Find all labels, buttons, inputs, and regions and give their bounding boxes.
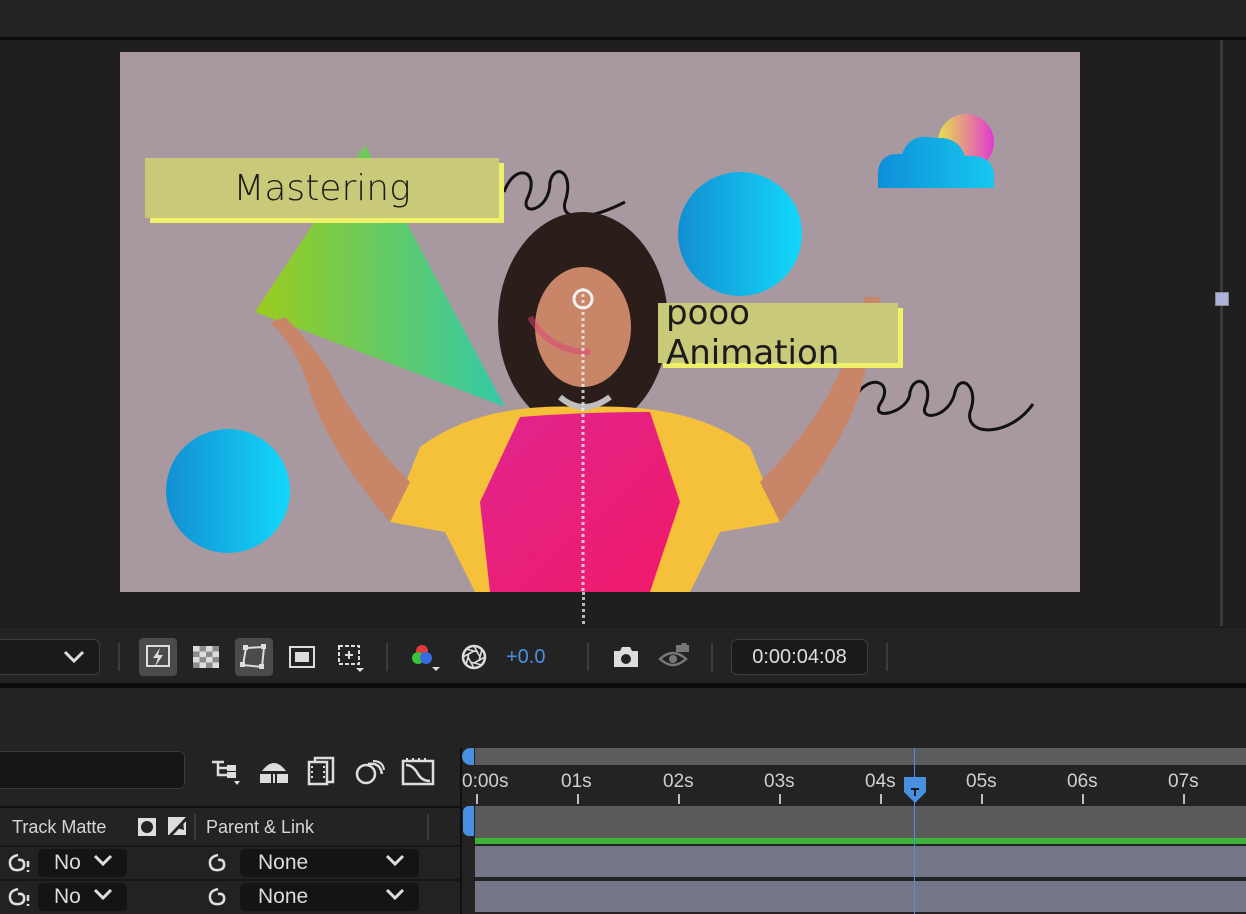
track-matte-value: No bbox=[54, 885, 81, 908]
eye-snapshot-icon bbox=[658, 643, 689, 667]
column-separator bbox=[194, 814, 196, 840]
graph-editor-icon bbox=[401, 758, 435, 786]
show-channel-button[interactable] bbox=[406, 638, 444, 676]
pickwhip-icon[interactable] bbox=[6, 885, 34, 909]
circle-shape-left bbox=[166, 429, 290, 553]
fast-previews-button[interactable] bbox=[139, 638, 177, 676]
matte-luma-icon[interactable] bbox=[167, 816, 189, 838]
toolbar-separator bbox=[118, 643, 120, 671]
ruler-label: 04s bbox=[865, 771, 896, 792]
mask-path-icon bbox=[240, 644, 266, 669]
layer-row[interactable]: No None bbox=[0, 879, 462, 913]
reset-exposure-button[interactable] bbox=[455, 638, 493, 676]
composition-artwork bbox=[166, 114, 1035, 592]
roi-icon bbox=[289, 646, 315, 668]
work-area-bar[interactable] bbox=[475, 748, 1246, 765]
ruler-tick bbox=[880, 794, 882, 804]
ruler-tick bbox=[577, 794, 579, 804]
motion-blur-icon bbox=[355, 760, 385, 785]
comp-flowchart-button[interactable] bbox=[209, 754, 243, 788]
graph-editor-button[interactable] bbox=[401, 754, 435, 788]
show-snapshot-button[interactable] bbox=[655, 638, 693, 676]
layer-row[interactable]: No None bbox=[0, 845, 462, 879]
track-matte-value: No bbox=[54, 851, 81, 874]
ruler-label: 01s bbox=[561, 771, 592, 792]
target-region-icon bbox=[338, 645, 364, 672]
layer-track-bar[interactable] bbox=[475, 881, 1246, 912]
ruler-tick bbox=[779, 794, 781, 804]
render-cache-bar bbox=[475, 838, 1246, 844]
toolbar-separator bbox=[386, 643, 388, 671]
title-label-animation[interactable]: pooo Animation bbox=[658, 293, 898, 373]
parent-value: None bbox=[258, 851, 309, 874]
parent-pickwhip-icon[interactable] bbox=[205, 885, 229, 909]
composition-track[interactable] bbox=[475, 806, 1246, 838]
ruler-tick bbox=[476, 794, 478, 804]
rgb-channel-icon bbox=[412, 645, 440, 671]
ruler-label: 03s bbox=[764, 771, 795, 792]
chevron-down-icon bbox=[63, 650, 85, 664]
track-matte-header[interactable]: Track Matte bbox=[12, 817, 106, 838]
checkerboard-icon bbox=[193, 646, 219, 668]
take-snapshot-button[interactable] bbox=[607, 638, 645, 676]
shy-icon bbox=[260, 763, 288, 783]
chevron-down-icon bbox=[93, 854, 113, 867]
chevron-down-icon bbox=[93, 888, 113, 901]
ruler-label: 05s bbox=[966, 771, 997, 792]
mask-path-visibility-button[interactable] bbox=[235, 638, 273, 676]
chevron-down-icon bbox=[385, 888, 405, 901]
track-matte-dropdown[interactable]: No bbox=[38, 883, 127, 911]
current-time-display[interactable]: 0:00:04:08 bbox=[731, 639, 868, 675]
parent-dropdown[interactable]: None bbox=[240, 883, 419, 911]
panel-tab-bar bbox=[0, 0, 1246, 37]
ruler-tick bbox=[1082, 794, 1084, 804]
matte-alpha-icon[interactable] bbox=[137, 817, 157, 837]
exposure-value[interactable]: +0.0 bbox=[506, 646, 545, 669]
region-of-interest-button[interactable] bbox=[283, 638, 321, 676]
layer-in-handle[interactable] bbox=[463, 806, 474, 836]
ruler-tick bbox=[678, 794, 680, 804]
resolution-dropdown[interactable] bbox=[0, 639, 100, 675]
ruler-label: 07s bbox=[1168, 771, 1199, 792]
title-label-mastering[interactable]: Mastering bbox=[145, 158, 499, 218]
motion-blur-button[interactable] bbox=[353, 754, 387, 788]
parent-dropdown[interactable]: None bbox=[240, 849, 419, 877]
track-matte-dropdown[interactable]: No bbox=[38, 849, 127, 877]
chevron-down-icon bbox=[385, 854, 405, 867]
transparency-grid-button[interactable] bbox=[187, 638, 225, 676]
flowchart-icon bbox=[212, 760, 240, 785]
layer-search-input[interactable] bbox=[0, 751, 185, 789]
parent-pickwhip-icon[interactable] bbox=[205, 851, 229, 875]
camera-icon bbox=[614, 647, 638, 667]
toolbar-separator bbox=[587, 643, 589, 671]
toolbar-separator bbox=[711, 643, 713, 671]
aperture-icon bbox=[461, 644, 487, 670]
parent-value: None bbox=[258, 885, 309, 908]
pickwhip-icon[interactable] bbox=[6, 851, 34, 875]
layer-track-bar[interactable] bbox=[475, 846, 1246, 877]
playhead-line[interactable] bbox=[914, 748, 915, 914]
squiggle-bottom bbox=[853, 379, 1035, 432]
viewer-scroll-thumb[interactable] bbox=[1215, 292, 1229, 306]
work-area-start-handle[interactable] bbox=[462, 748, 474, 765]
shy-layers-button[interactable] bbox=[257, 754, 291, 788]
squiggle-top bbox=[502, 170, 626, 218]
ruler-label: 02s bbox=[663, 771, 694, 792]
parent-link-header[interactable]: Parent & Link bbox=[206, 817, 314, 838]
ruler-tick bbox=[981, 794, 983, 804]
viewer-vertical-scrollbar[interactable] bbox=[1220, 40, 1223, 626]
composition-frame[interactable]: Mastering pooo Animation bbox=[120, 52, 1080, 592]
anchor-guide-extension bbox=[582, 592, 585, 624]
ruler-label: 0:00s bbox=[462, 771, 509, 792]
ruler-label: 06s bbox=[1067, 771, 1098, 792]
circle-shape-right bbox=[678, 172, 802, 296]
lightning-icon bbox=[146, 645, 170, 667]
target-region-button[interactable] bbox=[331, 638, 369, 676]
column-separator bbox=[427, 814, 429, 840]
ruler-tick bbox=[1183, 794, 1185, 804]
toolbar-separator bbox=[886, 643, 888, 671]
film-frames-icon bbox=[307, 756, 335, 786]
playhead-handle[interactable] bbox=[903, 776, 927, 804]
frame-blending-button[interactable] bbox=[305, 754, 339, 788]
